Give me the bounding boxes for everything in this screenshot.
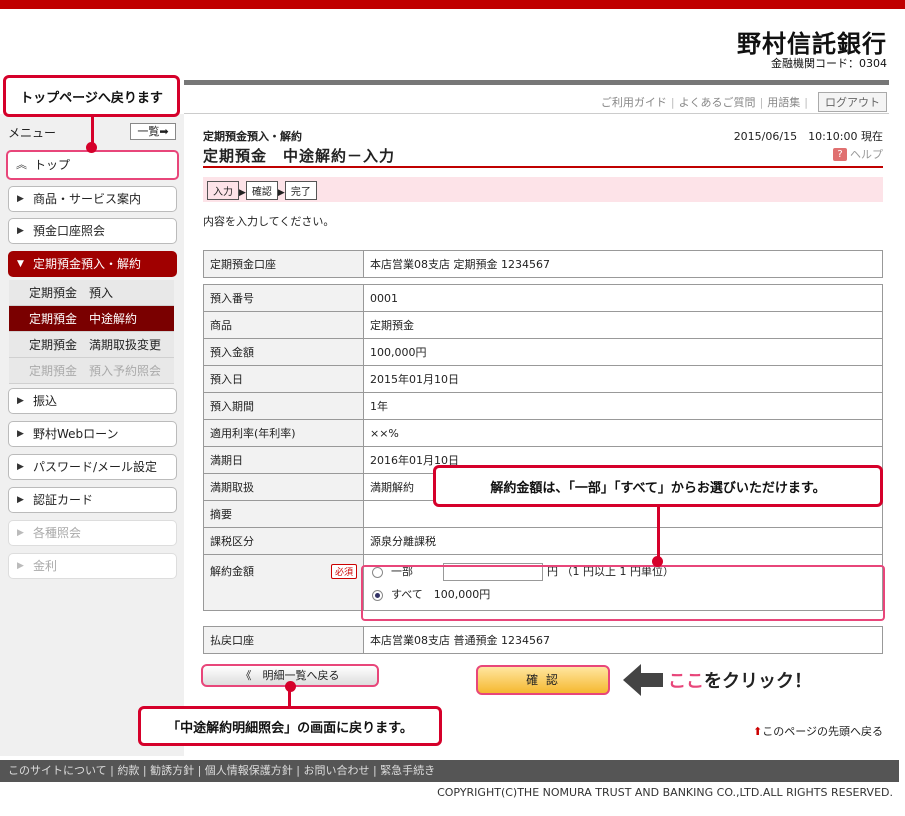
bank-code: 金融機関コード：0304: [771, 57, 887, 70]
table-row: 定期預金口座 本店営業08支店 定期預金 1234567: [203, 250, 883, 278]
sidebar-item-auth-card[interactable]: ▶ 認証カード: [8, 487, 177, 513]
header-divider: [184, 80, 889, 85]
amount-label: 解約金額: [210, 565, 254, 578]
arrow-right-icon: ➡: [159, 125, 169, 138]
click-hint: ここをクリック！: [668, 671, 812, 692]
table-row: 預入日 2015年01月10日: [203, 365, 883, 393]
amount-highlight-box: [361, 565, 885, 621]
sidebar-item-deposit-inquiry[interactable]: ▶ 預金口座照会: [8, 218, 177, 244]
account-table: 定期預金口座 本店営業08支店 定期預金 1234567: [203, 250, 883, 278]
step-arrow-icon: ▶: [277, 188, 285, 198]
logout-button[interactable]: ログアウト: [818, 92, 887, 112]
sidebar-item-inquiries: ▶ 各種照会: [8, 520, 177, 546]
callout-amount-dot: [652, 556, 663, 567]
utility-links: ご利用ガイド | よくあるご質問 | 用語集 | ログアウト: [601, 92, 887, 112]
step-confirm: 確認: [245, 181, 278, 200]
breadcrumb: 定期預金預入・解約: [203, 130, 302, 143]
help-icon: ?: [833, 147, 847, 161]
callout-top-page: トップページへ戻ります: [3, 75, 180, 117]
sidebar-item-top[interactable]: ︽ トップ: [6, 150, 179, 180]
sidebar-item-products[interactable]: ▶ 商品・サービス案内: [8, 186, 177, 212]
chevron-up-icon: ︽: [16, 158, 27, 171]
callout-back-connector: [288, 686, 291, 706]
title-underline: [203, 166, 883, 168]
footer-link-contact[interactable]: お問い合わせ: [303, 764, 369, 777]
footer-link-emergency[interactable]: 緊急手続き: [380, 764, 435, 777]
footer-link-terms[interactable]: 約款: [117, 764, 139, 777]
account-label: 定期預金口座: [203, 250, 364, 278]
bank-logo[interactable]: 野村信託銀行: [737, 24, 887, 59]
callout-amount: 解約金額は、「一部」「すべて」からお選びいただけます。: [433, 465, 883, 507]
footer-link-privacy[interactable]: 個人情報保護方針: [205, 764, 293, 777]
step-complete: 完了: [284, 181, 317, 200]
arrow-up-icon: ⬆: [753, 725, 763, 738]
confirm-button[interactable]: 確 認: [476, 665, 610, 695]
copyright: COPYRIGHT(C)THE NOMURA TRUST AND BANKING…: [437, 786, 893, 799]
required-badge: 必須: [330, 564, 357, 579]
payout-label: 払戻口座: [203, 626, 364, 654]
sidebar-subitem-reservation: 定期預金 預入予約照会: [9, 358, 174, 384]
step-arrow-icon: ▶: [239, 188, 246, 198]
sidebar-item-password[interactable]: ▶ パスワード/メール設定: [8, 454, 177, 480]
table-row: 商品 定期預金: [203, 311, 883, 339]
sidebar-item-time-deposit[interactable]: ▼ 定期預金預入・解約: [8, 251, 177, 277]
triangle-down-icon: ▼: [17, 259, 24, 269]
arrow-left-icon: [623, 664, 663, 696]
table-row: 預入番号 0001: [203, 284, 883, 312]
triangle-right-icon: ▶: [17, 495, 24, 505]
table-row: 払戻口座 本店営業08支店 普通預金 1234567: [203, 626, 883, 654]
triangle-right-icon: ▶: [17, 396, 24, 406]
footer-link-about[interactable]: このサイトについて: [8, 764, 107, 777]
callout-back: 「中途解約明細照会」の画面に戻ります。: [138, 706, 442, 746]
sidebar-subitem-cancel[interactable]: 定期預金 中途解約: [9, 306, 174, 332]
step-input: 入力: [207, 181, 239, 200]
table-row: 適用利率(年利率) ××%: [203, 419, 883, 447]
current-datetime: 2015/06/15 10:10:00 現在: [733, 130, 883, 143]
faq-link[interactable]: よくあるご質問: [679, 94, 756, 110]
instruction-text: 内容を入力してください。: [203, 215, 335, 228]
page-top-link[interactable]: ⬆このページの先頭へ戻る: [753, 723, 883, 739]
top-accent-bar: [0, 0, 905, 9]
callout-top-connector: [91, 117, 94, 145]
triangle-right-icon: ▶: [17, 194, 24, 204]
utility-divider: [184, 113, 889, 114]
sidebar-subitem-deposit[interactable]: 定期預金 預入: [9, 280, 174, 306]
payout-table: 払戻口座 本店営業08支店 普通預金 1234567: [203, 626, 883, 654]
footer-link-solicitation[interactable]: 勧誘方針: [150, 764, 194, 777]
triangle-right-icon: ▶: [17, 528, 24, 538]
triangle-right-icon: ▶: [17, 561, 24, 571]
sidebar-item-web-loan[interactable]: ▶ 野村Webローン: [8, 421, 177, 447]
menu-list-button[interactable]: 一覧➡: [130, 123, 176, 140]
account-value: 本店営業08支店 定期預金 1234567: [363, 250, 883, 278]
guide-link[interactable]: ご利用ガイド: [601, 94, 667, 110]
help-link[interactable]: ? ヘルプ: [833, 146, 883, 162]
footer-links: このサイトについて | 約款 | 勧誘方針 | 個人情報保護方針 | お問い合わ…: [0, 760, 899, 782]
double-chevron-left-icon: 《: [240, 669, 252, 682]
glossary-link[interactable]: 用語集: [767, 94, 800, 110]
sidebar-subitem-maturity[interactable]: 定期預金 満期取扱変更: [9, 332, 174, 358]
callout-top-dot: [86, 142, 97, 153]
payout-value: 本店営業08支店 普通預金 1234567: [363, 626, 883, 654]
callout-amount-connector: [657, 507, 660, 559]
triangle-right-icon: ▶: [17, 226, 24, 236]
page-title: 定期預金 中途解約－入力: [203, 147, 396, 165]
table-row: 預入期間 1年: [203, 392, 883, 420]
sidebar-item-rates: ▶ 金利: [8, 553, 177, 579]
menu-heading: メニュー: [8, 126, 57, 140]
table-row: 課税区分 源泉分離課税: [203, 527, 883, 555]
step-indicator: 入力 ▶ 確認 ▶ 完了: [203, 177, 883, 202]
table-row: 預入金額 100,000円: [203, 338, 883, 366]
sidebar-item-transfer[interactable]: ▶ 振込: [8, 388, 177, 414]
triangle-right-icon: ▶: [17, 429, 24, 439]
triangle-right-icon: ▶: [17, 462, 24, 472]
details-table: 預入番号 0001 商品 定期預金 預入金額 100,000円 預入日 2015年01月…: [203, 284, 883, 611]
